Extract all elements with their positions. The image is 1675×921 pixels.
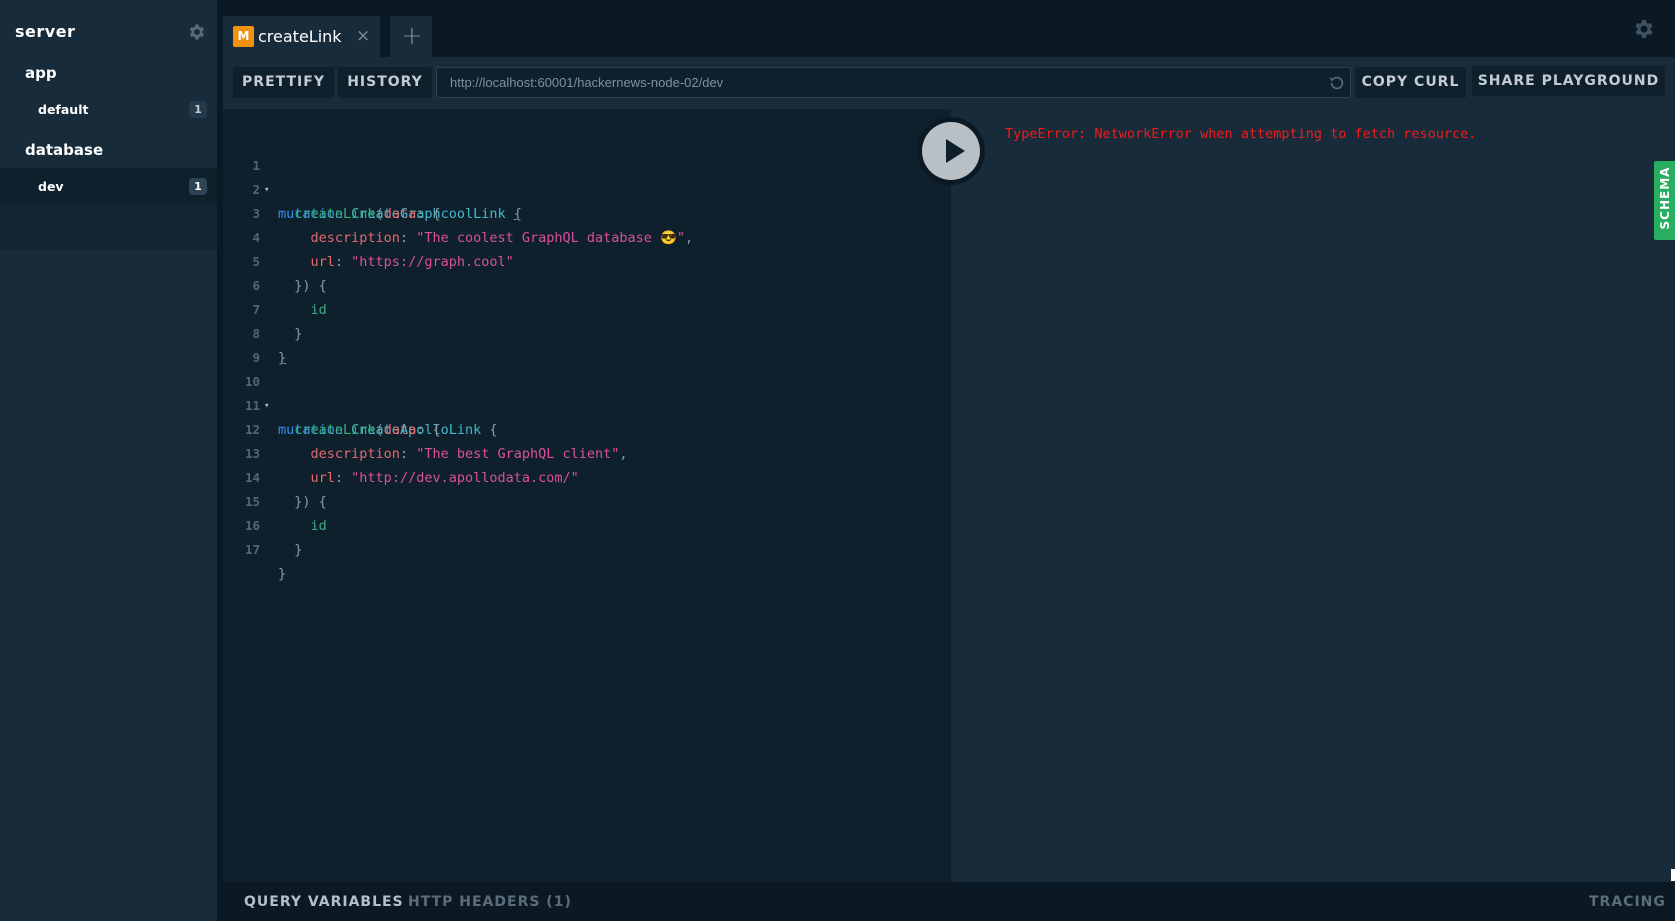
code-line: 3 description: "The coolest GraphQL data…: [223, 178, 951, 246]
share-playground-button[interactable]: SHARE PLAYGROUND: [1472, 66, 1665, 96]
query-count-badge: 1: [189, 101, 207, 118]
sidebar-item-dev[interactable]: dev 1: [0, 168, 217, 206]
play-icon: [922, 122, 980, 180]
graphql-playground: server app default 1 database dev 1 M cr…: [0, 0, 1675, 921]
result-panel[interactable]: TypeError: NetworkError when attempting …: [951, 109, 1675, 882]
tab-tracing[interactable]: TRACING: [1589, 894, 1666, 910]
sidebar-group-database[interactable]: database: [25, 141, 103, 159]
code-line: 2 createLink(data: {: [223, 154, 951, 222]
tab-http-headers[interactable]: HTTP HEADERS (1): [408, 894, 572, 910]
code-line: 13 url: "http://dev.apollodata.com/": [223, 418, 951, 486]
code-line: 5 }) {: [223, 226, 951, 294]
schema-tab-label: SCHEMA: [1658, 166, 1672, 230]
code-line: 4 url: "https://graph.cool": [223, 202, 951, 270]
code-line: 1 ▾ mutation CreateGraphcoolLink {: [223, 130, 951, 222]
history-button[interactable]: HISTORY: [338, 67, 432, 98]
code-line: 11 createLink(data: {: [223, 370, 951, 438]
resize-handle[interactable]: [1671, 869, 1675, 881]
sidebar-item-label: dev: [38, 179, 64, 194]
sidebar-group-app[interactable]: app: [25, 64, 57, 82]
sidebar-item-empty: [0, 205, 217, 250]
tab-query-variables[interactable]: QUERY VARIABLES: [244, 894, 404, 910]
reload-icon[interactable]: [1328, 74, 1346, 92]
prettify-button[interactable]: PRETTIFY: [233, 67, 334, 98]
code-line: 6 id: [223, 250, 951, 318]
sidebar-item-label: default: [38, 102, 89, 117]
line-number: 17: [244, 542, 260, 557]
query-count-badge: 1: [189, 178, 207, 195]
copy-curl-button[interactable]: COPY CURL: [1355, 67, 1466, 98]
endpoint-url-input[interactable]: http://localhost:60001/hackernews-node-0…: [436, 67, 1351, 98]
code-line: 9: [223, 322, 951, 365]
project-title: server: [15, 22, 76, 41]
run-query-button[interactable]: [917, 117, 985, 185]
gear-icon[interactable]: [1632, 17, 1656, 41]
bottom-bar: QUERY VARIABLES HTTP HEADERS (1) TRACING: [223, 882, 1675, 921]
code-line: 14 }) {: [223, 442, 951, 510]
close-icon[interactable]: ×: [356, 26, 370, 46]
code-line: 12 description: "The best GraphQL client…: [223, 394, 951, 462]
plus-icon: +: [401, 21, 423, 51]
query-editor[interactable]: 1 ▾ mutation CreateGraphcoolLink { 2 cre…: [223, 109, 951, 882]
sidebar-item-default[interactable]: default 1: [0, 91, 217, 129]
code-line: 7 }: [223, 274, 951, 342]
code-line: 16 }: [223, 490, 951, 558]
mutation-badge: M: [233, 26, 254, 47]
endpoint-url-text: http://localhost:60001/hackernews-node-0…: [450, 75, 724, 90]
code-line: 10 ▾ mutation CreateApolloLink {: [223, 346, 951, 438]
sidebar: server app default 1 database dev 1: [0, 0, 217, 921]
toolbar: PRETTIFY HISTORY http://localhost:60001/…: [223, 57, 1675, 109]
code-line: 17 }: [223, 514, 951, 582]
code-line: 15 id: [223, 466, 951, 534]
tab-label: createLink: [258, 27, 342, 46]
new-tab-button[interactable]: +: [390, 16, 432, 57]
code-line: 8 }: [223, 298, 951, 366]
tab-bar: M createLink × +: [223, 0, 1675, 57]
gear-icon[interactable]: [187, 22, 207, 42]
error-message: TypeError: NetworkError when attempting …: [1005, 126, 1477, 142]
schema-tab[interactable]: SCHEMA: [1654, 161, 1675, 240]
tab-createlink[interactable]: M createLink ×: [223, 16, 380, 57]
